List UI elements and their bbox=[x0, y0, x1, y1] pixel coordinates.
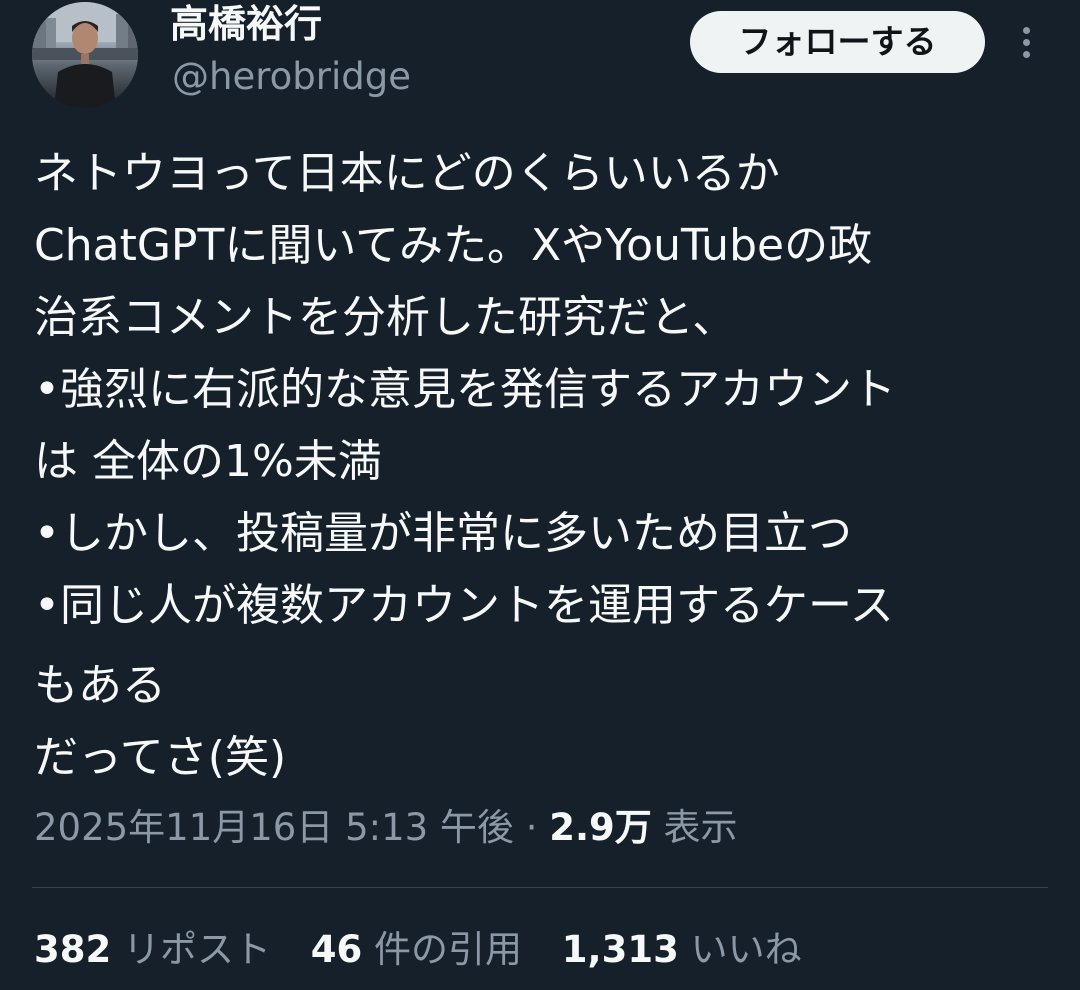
likes-stat[interactable]: 1,313 いいね bbox=[562, 922, 802, 978]
views-label: 表示 bbox=[663, 806, 738, 849]
tweet-text: ネトウヨって日本にどのくらいいるか ChatGPTに聞いてみた。XやYouTub… bbox=[34, 138, 1054, 794]
tweet-text-line: だってさ(笑) bbox=[34, 732, 287, 783]
more-dot bbox=[1022, 27, 1030, 34]
avatar[interactable] bbox=[32, 2, 138, 108]
tweet-text-line: •しかし、投稿量が非常に多いため目立つ bbox=[34, 508, 852, 559]
views-count: 2.9万 bbox=[549, 806, 652, 849]
engagement-stats: 382 リポスト 46 件の引用 1,313 いいね bbox=[34, 922, 830, 978]
reposts-stat[interactable]: 382 リポスト bbox=[34, 922, 271, 978]
quotes-count: 46 bbox=[310, 928, 363, 971]
user-handle[interactable]: @herobridge bbox=[172, 54, 411, 100]
display-name[interactable]: 高橋裕行 bbox=[170, 0, 322, 48]
tweet-text-line: •同じ人が複数アカウントを運用するケース bbox=[34, 580, 894, 631]
divider bbox=[32, 887, 1048, 888]
tweet-text-line: ネトウヨって日本にどのくらいいるか bbox=[34, 148, 780, 199]
meta-separator: · bbox=[525, 806, 538, 849]
more-dot bbox=[1022, 51, 1030, 58]
likes-label: いいね bbox=[690, 928, 802, 971]
reposts-count: 382 bbox=[34, 928, 112, 971]
tweet-header: 高橋裕行 @herobridge フォローする bbox=[0, 0, 1080, 120]
tweet-text-line: ChatGPTに聞いてみた。XやYouTubeの政 bbox=[34, 220, 873, 271]
tweet-text-line: もある bbox=[34, 660, 166, 711]
tweet-text-line: は 全体の1%未満 bbox=[34, 436, 382, 487]
avatar-photo bbox=[32, 2, 138, 108]
tweet-meta: 2025年11月16日 5:13 午後 · 2.9万 表示 bbox=[34, 800, 738, 856]
reposts-label: リポスト bbox=[123, 928, 271, 971]
tweet-text-line: 治系コメントを分析した研究だと、 bbox=[34, 292, 737, 343]
quotes-stat[interactable]: 46 件の引用 bbox=[311, 922, 522, 978]
timestamp-link[interactable]: 2025年11月16日 5:13 午後 bbox=[34, 806, 514, 849]
quotes-label: 件の引用 bbox=[374, 928, 523, 971]
more-dot bbox=[1022, 39, 1030, 46]
more-options-icon[interactable] bbox=[1008, 22, 1044, 66]
tweet-text-line: •強烈に右派的な意見を発信するアカウント bbox=[34, 364, 896, 415]
follow-button[interactable]: フォローする bbox=[690, 11, 985, 73]
likes-count: 1,313 bbox=[561, 928, 679, 971]
